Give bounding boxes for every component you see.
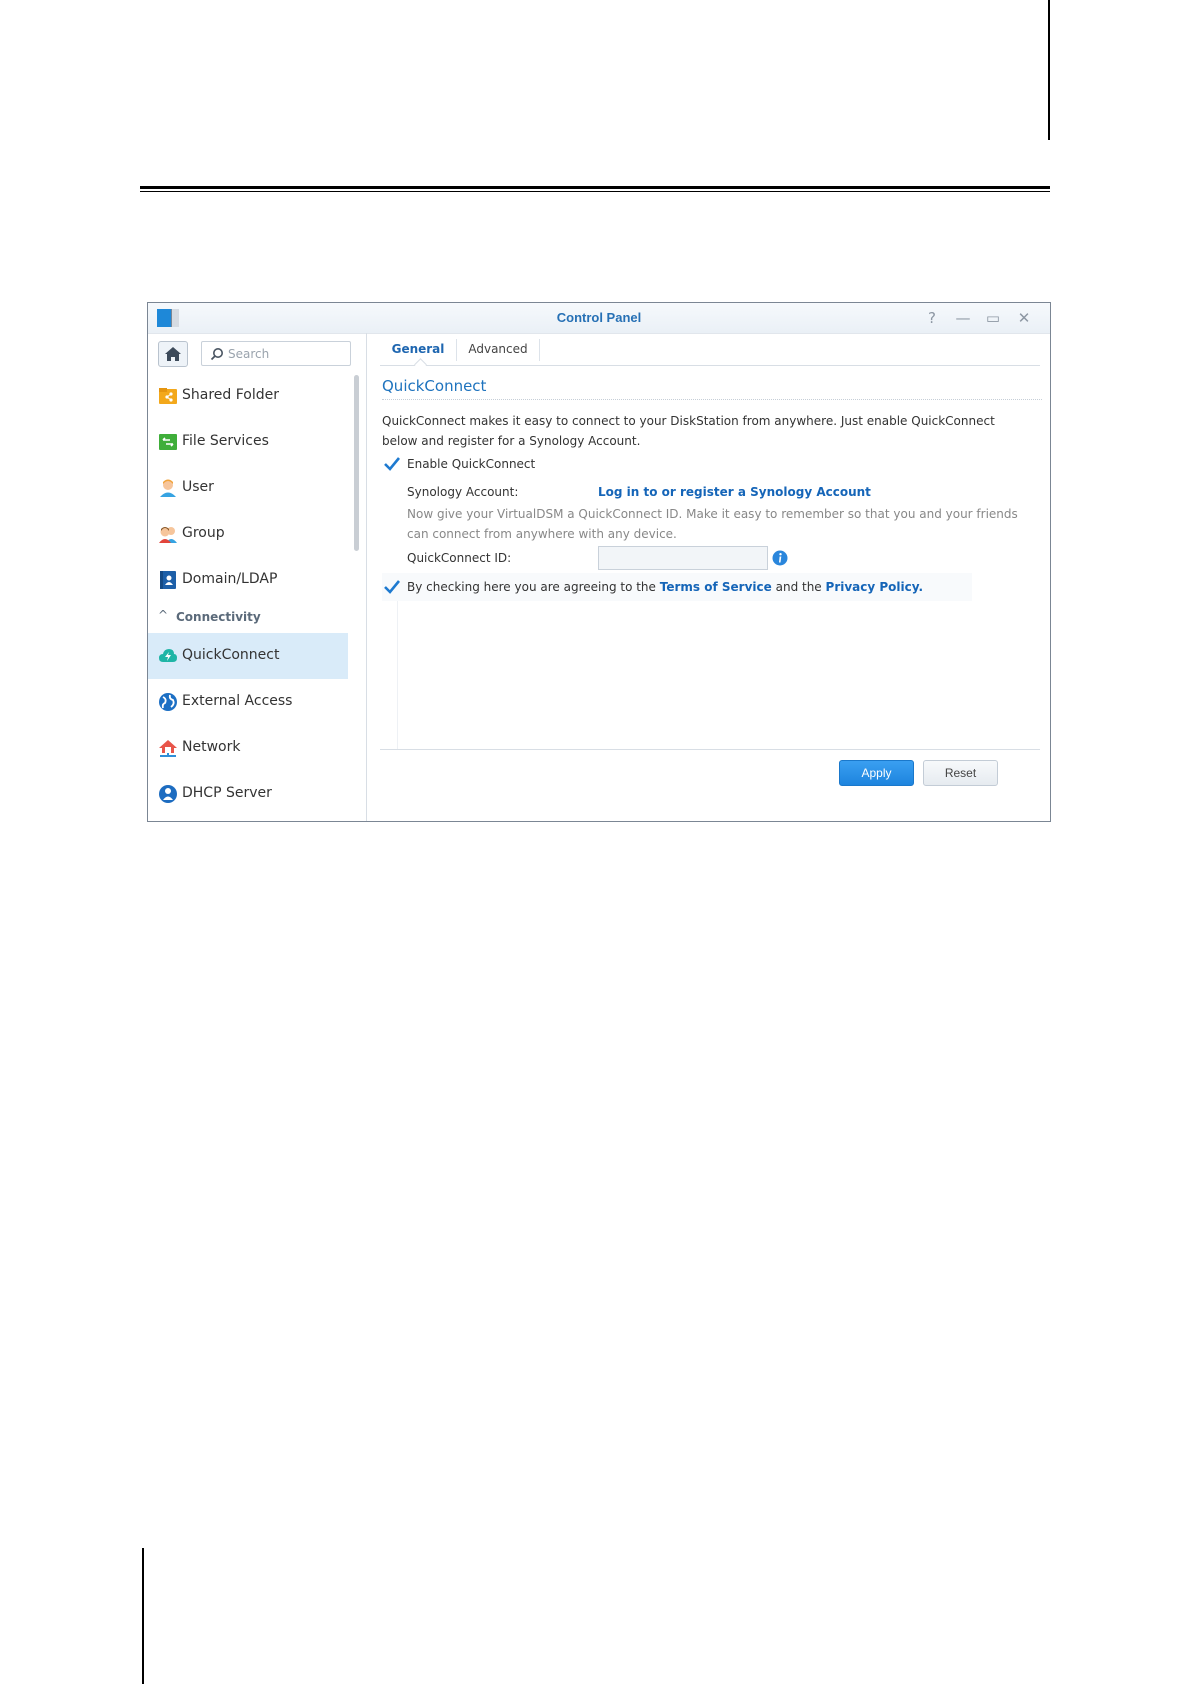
tab-advanced[interactable]: Advanced: [457, 333, 539, 365]
reset-button[interactable]: Reset: [923, 760, 998, 786]
sidebar-item-label: Domain/LDAP: [182, 571, 278, 587]
minimize-icon[interactable]: —: [953, 308, 973, 328]
sidebar-item-label: External Access: [182, 693, 293, 709]
sidebar-item-label: File Services: [182, 433, 269, 449]
sidebar-item-label: Network: [182, 739, 241, 755]
sidebar-item-quickconnect[interactable]: QuickConnect: [148, 633, 348, 679]
file-services-icon: [159, 434, 177, 450]
sidebar-nav: Shared Folder File Services User Group D…: [148, 373, 348, 817]
sidebar-item-shared-folder[interactable]: Shared Folder: [148, 373, 348, 419]
tab-bar: General Advanced: [380, 333, 1040, 371]
shared-folder-icon: [159, 388, 177, 404]
terms-of-service-link[interactable]: Terms of Service: [660, 580, 772, 594]
page-header-rule-thin: [140, 191, 1050, 192]
quickconnect-id-hint: Now give your VirtualDSM a QuickConnect …: [407, 507, 1018, 541]
sidebar-item-domain-ldap[interactable]: Domain/LDAP: [148, 557, 348, 603]
apply-button[interactable]: Apply: [839, 760, 914, 786]
tab-divider: [539, 339, 540, 361]
synology-account-label: Synology Account:: [407, 485, 519, 499]
quickconnect-id-input[interactable]: [598, 546, 768, 570]
agree-suffix: .: [918, 580, 924, 594]
sidebar-item-label: Group: [182, 525, 225, 541]
search-input[interactable]: [228, 345, 346, 363]
agree-and: and the: [775, 580, 822, 594]
agreement-text: By checking here you are agreeing to the…: [407, 580, 923, 594]
home-icon: [165, 347, 181, 361]
agree-terms-checkbox[interactable]: [382, 577, 402, 597]
sidebar-item-user[interactable]: User: [148, 465, 348, 511]
sidebar-item-file-services[interactable]: File Services: [148, 419, 348, 465]
sidebar-item-label: Shared Folder: [182, 387, 280, 403]
info-icon[interactable]: [772, 550, 788, 566]
agreement-row: By checking here you are agreeing to the…: [382, 573, 972, 601]
page-vertical-rule: [1048, 0, 1050, 140]
synology-account-link[interactable]: Log in to or register a Synology Account: [598, 485, 871, 499]
window-title: Control Panel: [556, 310, 642, 325]
sidebar-item-network[interactable]: Network: [148, 725, 348, 771]
quickconnect-id-label: QuickConnect ID:: [407, 551, 512, 565]
sidebar-item-external-access[interactable]: External Access: [148, 679, 348, 725]
page-header-rule: [140, 186, 1050, 189]
quickconnect-icon: [159, 649, 177, 662]
search-icon: [210, 348, 223, 361]
dhcp-server-icon: [159, 785, 177, 803]
main-content: General Advanced QuickConnect QuickConne…: [367, 333, 1050, 821]
section-divider: [382, 399, 1042, 400]
sidebar-item-label: QuickConnect: [182, 647, 280, 663]
home-button[interactable]: [158, 341, 188, 367]
user-icon: [160, 479, 176, 497]
enable-quickconnect-checkbox[interactable]: [382, 454, 402, 474]
control-panel-window: Control Panel ? — ▭ ✕ Search Shared Fold…: [147, 302, 1051, 822]
sidebar-item-group[interactable]: Group: [148, 511, 348, 557]
sidebar-item-dhcp-server[interactable]: DHCP Server: [148, 771, 348, 817]
footer-divider: [380, 749, 1040, 750]
agree-prefix: By checking here you are agreeing to the: [407, 580, 656, 594]
page-footer-rule: [142, 1548, 144, 1684]
group-icon: [159, 527, 177, 543]
sidebar: Shared Folder File Services User: [148, 333, 367, 821]
sidebar-item-label: User: [182, 479, 214, 495]
network-icon: [159, 740, 177, 757]
domain-ldap-icon: [160, 571, 176, 589]
section-title: QuickConnect: [382, 377, 487, 395]
sidebar-section-connectivity[interactable]: ^ Connectivity: [148, 603, 348, 633]
section-label: Connectivity: [176, 610, 261, 624]
chevron-up-icon: ^: [158, 608, 169, 622]
maximize-icon[interactable]: ▭: [983, 308, 1003, 328]
sidebar-item-label: DHCP Server: [182, 785, 272, 801]
enable-quickconnect-label: Enable QuickConnect: [407, 457, 536, 471]
privacy-policy-link[interactable]: Privacy Policy: [826, 580, 919, 594]
sidebar-scrollbar[interactable]: [354, 375, 359, 551]
search-box: [201, 341, 351, 366]
content-empty-area: [397, 601, 1028, 749]
help-icon[interactable]: ?: [922, 308, 942, 328]
external-access-icon: [159, 693, 177, 711]
quickconnect-description: QuickConnect makes it easy to connect to…: [382, 414, 995, 448]
close-icon[interactable]: ✕: [1014, 308, 1034, 328]
window-titlebar[interactable]: Control Panel ? — ▭ ✕: [148, 303, 1050, 334]
